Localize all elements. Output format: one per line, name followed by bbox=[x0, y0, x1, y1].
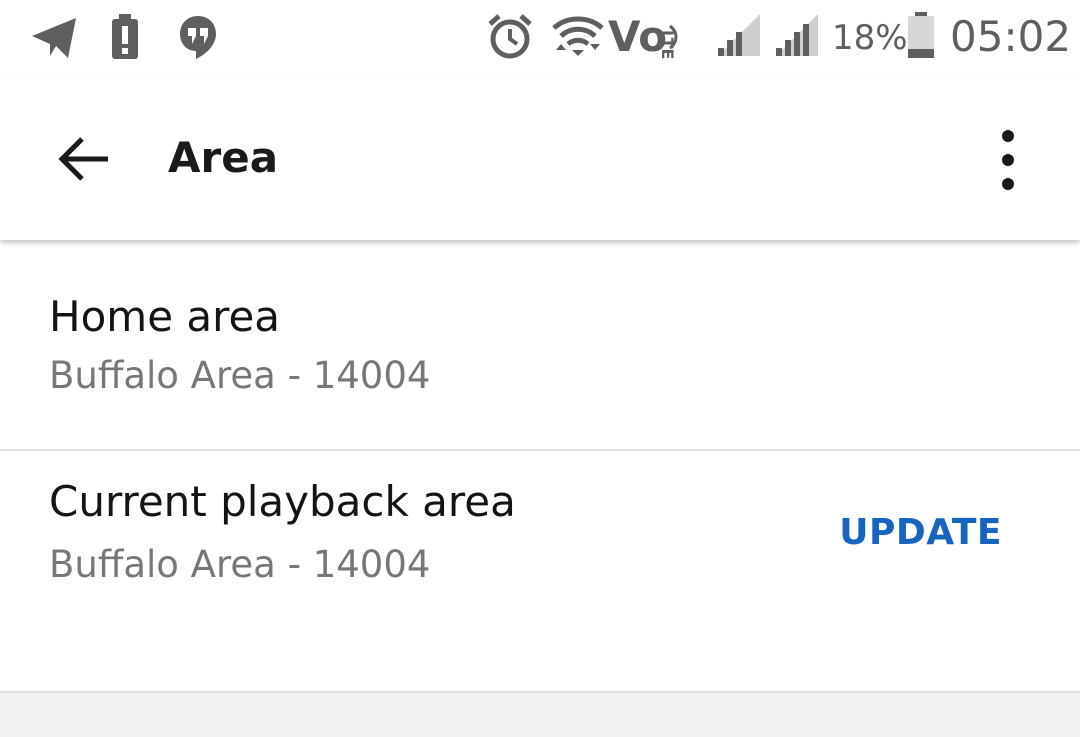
clock: 05:02 bbox=[950, 12, 1072, 61]
status-bar: Vo LTE 18% 05:02 bbox=[0, 0, 1080, 80]
battery-alert-icon bbox=[112, 14, 138, 59]
page-title: Area bbox=[168, 133, 279, 182]
signal-icon bbox=[718, 14, 760, 56]
wifi-icon bbox=[552, 16, 604, 56]
alarm-icon bbox=[488, 14, 532, 59]
settings-list: Home area Buffalo Area - 14004 Current p… bbox=[0, 240, 1080, 693]
battery-icon bbox=[908, 12, 934, 58]
update-button[interactable]: UPDATE bbox=[839, 511, 1002, 555]
arrow-back-icon[interactable] bbox=[56, 136, 112, 182]
app-bar: Area bbox=[0, 80, 1080, 240]
battery-percent: 18% bbox=[832, 18, 908, 58]
home-area-setting[interactable]: Home area Buffalo Area - 14004 bbox=[0, 240, 1080, 451]
setting-title: Home area bbox=[49, 292, 281, 341]
current-playback-area-setting: Current playback area Buffalo Area - 140… bbox=[0, 451, 1080, 693]
setting-subtitle: Buffalo Area - 14004 bbox=[49, 354, 431, 397]
setting-subtitle: Buffalo Area - 14004 bbox=[49, 543, 431, 586]
telegram-icon bbox=[32, 18, 76, 58]
setting-title: Current playback area bbox=[49, 477, 516, 526]
hangouts-icon bbox=[180, 16, 216, 59]
signal-icon bbox=[776, 14, 818, 56]
more-vert-icon[interactable] bbox=[990, 128, 1026, 192]
lte-icon: LTE bbox=[658, 30, 677, 60]
